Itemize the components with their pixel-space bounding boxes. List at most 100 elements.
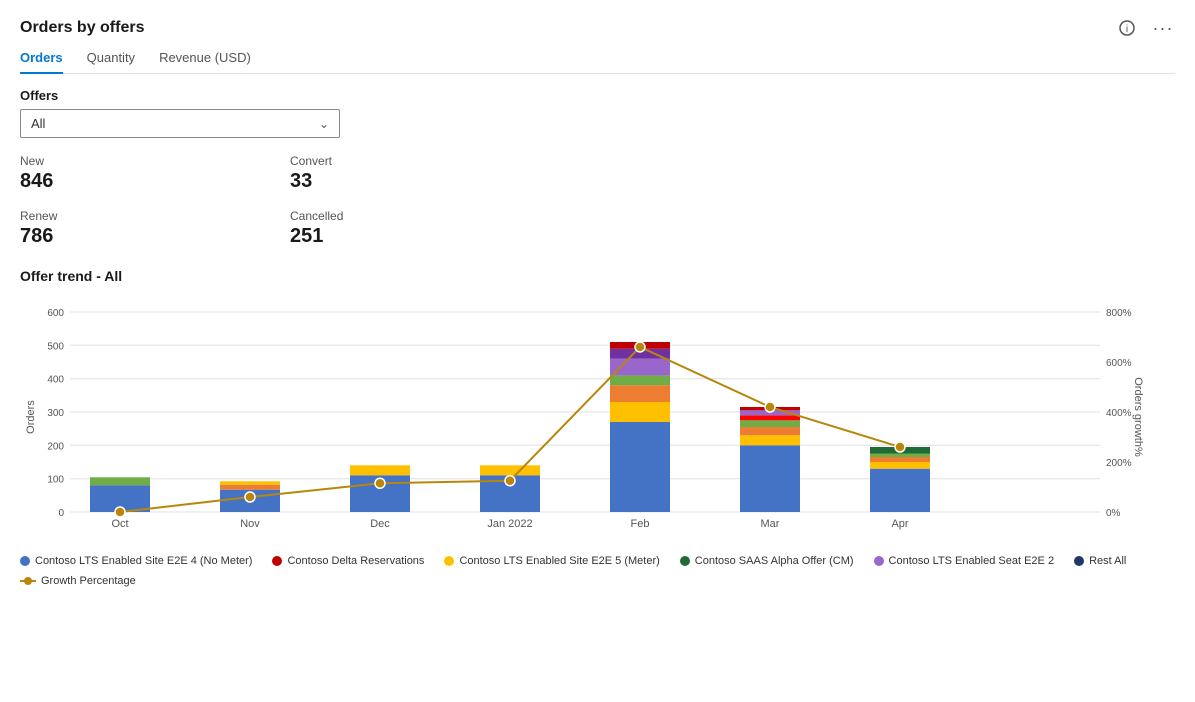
svg-text:800%: 800% — [1106, 308, 1132, 319]
bar-nov-orange — [220, 485, 280, 490]
metric-renew-label: Renew — [20, 209, 250, 223]
chart-legend: Contoso LTS Enabled Site E2E 4 (No Meter… — [20, 555, 1175, 587]
header-icons: i ··· — [1115, 16, 1175, 40]
metric-renew: Renew 786 — [20, 209, 250, 248]
svg-text:Jan 2022: Jan 2022 — [487, 518, 532, 530]
metric-cancelled: Cancelled 251 — [290, 209, 520, 248]
svg-text:600%: 600% — [1106, 358, 1132, 369]
bar-apr-lightgreen — [870, 454, 930, 457]
growth-dot-apr — [895, 442, 905, 452]
bar-mar-blue — [740, 445, 800, 512]
bar-mar-green — [740, 420, 800, 427]
svg-text:Mar: Mar — [761, 518, 780, 530]
legend-dot-3 — [680, 556, 690, 566]
growth-dot-jan — [505, 476, 515, 486]
svg-text:200: 200 — [47, 441, 64, 452]
legend-label-0: Contoso LTS Enabled Site E2E 4 (No Meter… — [35, 555, 252, 567]
legend-item-5: Rest All — [1074, 555, 1126, 567]
legend-item-3: Contoso SAAS Alpha Offer (CM) — [680, 555, 854, 567]
bar-apr-yellow — [870, 462, 930, 469]
header-row: Orders by offers i ··· — [20, 16, 1175, 40]
legend-label-4: Contoso LTS Enabled Seat E2E 2 — [889, 555, 1055, 567]
legend-dot-5 — [1074, 556, 1084, 566]
legend-label-6: Growth Percentage — [41, 575, 136, 587]
bar-feb-orange — [610, 385, 670, 402]
legend-dot-2 — [444, 556, 454, 566]
legend-label-2: Contoso LTS Enabled Site E2E 5 (Meter) — [459, 555, 659, 567]
svg-text:0%: 0% — [1106, 508, 1121, 519]
bar-apr-blue — [870, 469, 930, 512]
growth-dot-oct — [115, 507, 125, 517]
legend-dot-1 — [272, 556, 282, 566]
metric-cancelled-label: Cancelled — [290, 209, 520, 223]
legend-item-0: Contoso LTS Enabled Site E2E 4 (No Meter… — [20, 555, 252, 567]
svg-text:100: 100 — [47, 475, 64, 486]
legend-label-1: Contoso Delta Reservations — [287, 555, 424, 567]
svg-text:Orders growth%: Orders growth% — [1132, 377, 1144, 457]
bar-mar-yellow — [740, 435, 800, 445]
legend-item-1: Contoso Delta Reservations — [272, 555, 424, 567]
legend-dot-0 — [20, 556, 30, 566]
legend-item-6: Growth Percentage — [20, 575, 136, 587]
bar-feb-purple — [610, 359, 670, 376]
tab-quantity[interactable]: Quantity — [87, 50, 135, 73]
chart-section: Offer trend - All 0 100 200 300 400 500 … — [20, 268, 1175, 587]
svg-text:400: 400 — [47, 375, 64, 386]
bar-feb-yellow — [610, 402, 670, 422]
metrics-grid: New 846 Convert 33 Renew 786 Cancelled 2… — [20, 154, 520, 248]
tabs-container: Orders Quantity Revenue (USD) — [20, 50, 1175, 74]
dropdown-value: All — [31, 116, 45, 131]
bar-nov-yellow — [220, 481, 280, 484]
svg-text:200%: 200% — [1106, 458, 1132, 469]
legend-label-3: Contoso SAAS Alpha Offer (CM) — [695, 555, 854, 567]
legend-label-5: Rest All — [1089, 555, 1126, 567]
svg-text:Orders: Orders — [25, 400, 37, 434]
svg-text:600: 600 — [47, 308, 64, 319]
bar-feb-blue — [610, 422, 670, 512]
bar-mar-red — [740, 415, 800, 420]
growth-dot-nov — [245, 492, 255, 502]
page-container: Orders by offers i ··· Orders Quantity R… — [0, 0, 1195, 702]
offers-dropdown[interactable]: All ⌄ — [20, 109, 340, 138]
legend-item-2: Contoso LTS Enabled Site E2E 5 (Meter) — [444, 555, 659, 567]
legend-line-6 — [20, 580, 36, 582]
bar-dec-yellow — [350, 465, 410, 475]
metric-convert-value: 33 — [290, 170, 520, 193]
metric-new-label: New — [20, 154, 250, 168]
svg-text:500: 500 — [47, 341, 64, 352]
bar-mar-orange — [740, 427, 800, 435]
metric-cancelled-value: 251 — [290, 225, 520, 248]
growth-dot-dec — [375, 478, 385, 488]
chart-svg: 0 100 200 300 400 500 600 0% 200% 400% 6… — [20, 292, 1150, 542]
tab-revenue[interactable]: Revenue (USD) — [159, 50, 251, 73]
svg-text:0: 0 — [58, 508, 64, 519]
info-button[interactable]: i — [1115, 16, 1139, 40]
metric-new: New 846 — [20, 154, 250, 193]
metric-renew-value: 786 — [20, 225, 250, 248]
svg-text:Oct: Oct — [111, 518, 128, 530]
offers-label: Offers — [20, 88, 1175, 103]
svg-text:Nov: Nov — [240, 518, 260, 530]
svg-text:Apr: Apr — [891, 518, 908, 530]
more-icon: ··· — [1153, 18, 1174, 39]
svg-text:Feb: Feb — [631, 518, 650, 530]
svg-text:300: 300 — [47, 408, 64, 419]
svg-text:i: i — [1126, 24, 1128, 35]
bar-oct-green — [90, 477, 150, 485]
metric-convert: Convert 33 — [290, 154, 520, 193]
chevron-down-icon: ⌄ — [319, 117, 329, 131]
bar-apr-orange — [870, 457, 930, 462]
chart-title: Offer trend - All — [20, 268, 1175, 284]
page-title: Orders by offers — [20, 19, 144, 37]
bar-feb-green — [610, 375, 670, 385]
growth-dot-feb — [635, 342, 645, 352]
metric-convert-label: Convert — [290, 154, 520, 168]
metric-new-value: 846 — [20, 170, 250, 193]
legend-item-4: Contoso LTS Enabled Seat E2E 2 — [874, 555, 1055, 567]
legend-dot-4 — [874, 556, 884, 566]
more-options-button[interactable]: ··· — [1151, 16, 1175, 40]
growth-dot-mar — [765, 402, 775, 412]
svg-text:Dec: Dec — [370, 518, 390, 530]
bar-jan-yellow — [480, 465, 540, 475]
tab-orders[interactable]: Orders — [20, 50, 63, 73]
